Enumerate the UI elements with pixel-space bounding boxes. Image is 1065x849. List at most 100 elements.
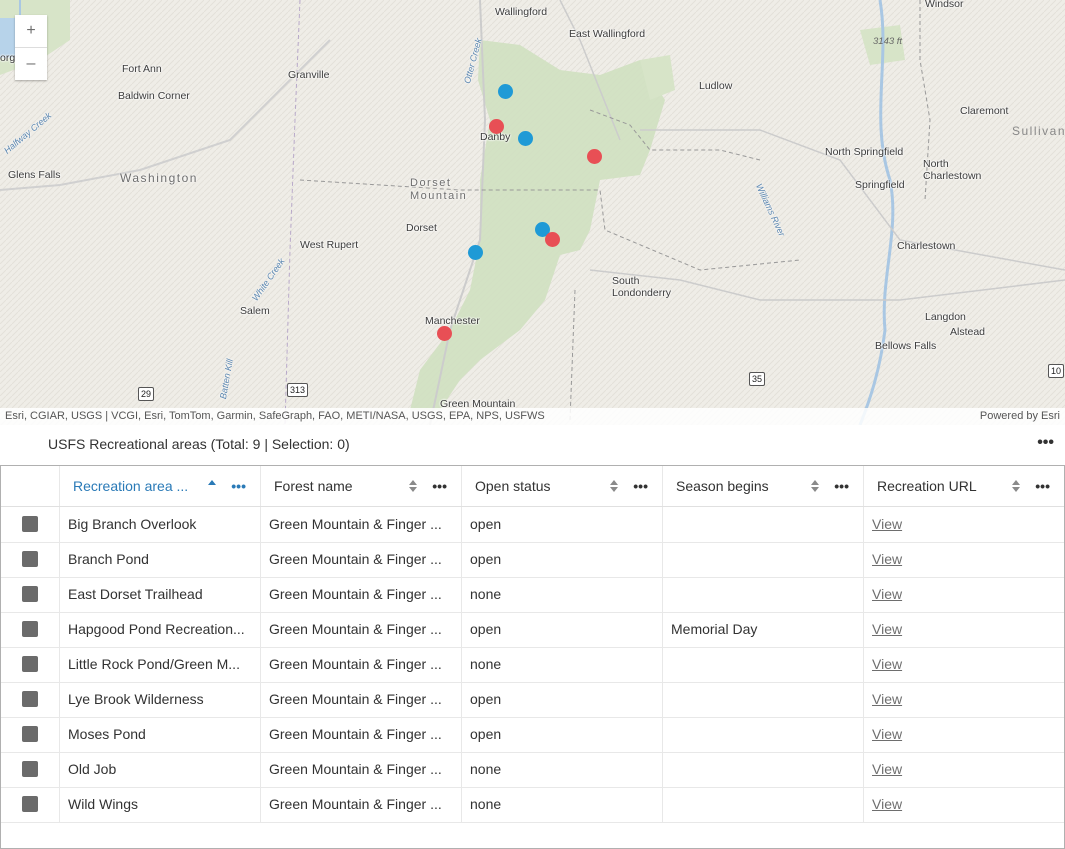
cell-season-begins[interactable] xyxy=(663,542,864,577)
column-menu-icon[interactable]: ••• xyxy=(834,466,849,506)
attribution-text[interactable]: Esri, CGIAR, USGS | VCGI, Esri, TomTom, … xyxy=(5,408,545,425)
view-link[interactable]: View xyxy=(872,726,902,742)
view-link[interactable]: View xyxy=(872,656,902,672)
recreation-point-red[interactable] xyxy=(437,326,452,341)
column-header-forest-name[interactable]: Forest name ••• xyxy=(261,466,462,506)
cell-open-status-text: none xyxy=(470,796,502,812)
column-header-open-status[interactable]: Open status ••• xyxy=(462,466,663,506)
row-select-checkbox[interactable] xyxy=(22,761,38,777)
row-select-checkbox[interactable] xyxy=(22,726,38,742)
powered-by-esri[interactable]: Powered by Esri xyxy=(980,408,1060,425)
zoom-out-button[interactable]: – xyxy=(15,47,47,80)
column-menu-icon[interactable]: ••• xyxy=(231,466,246,506)
cell-season-begins[interactable] xyxy=(663,752,864,787)
view-link[interactable]: View xyxy=(872,796,902,812)
row-select-checkbox[interactable] xyxy=(22,551,38,567)
cell-season-begins[interactable] xyxy=(663,647,864,682)
column-menu-icon[interactable]: ••• xyxy=(633,466,648,506)
map-view[interactable]: Wallingford East Wallingford Windsor For… xyxy=(0,0,1065,425)
cell-recreation-area[interactable]: Moses Pond xyxy=(60,717,261,752)
recreation-point-red[interactable] xyxy=(545,232,560,247)
table-row[interactable]: Hapgood Pond Recreation... Green Mountain… xyxy=(1,612,1064,648)
table-row[interactable]: Little Rock Pond/Green M... Green Mountai… xyxy=(1,647,1064,683)
cell-forest-name[interactable]: Green Mountain & Finger ... xyxy=(261,542,462,577)
recreation-point-blue[interactable] xyxy=(498,84,513,99)
view-link[interactable]: View xyxy=(872,516,902,532)
cell-recreation-area[interactable]: Old Job xyxy=(60,752,261,787)
cell-recreation-area[interactable]: Wild Wings xyxy=(60,787,261,822)
sort-icon[interactable] xyxy=(409,479,417,493)
cell-forest-name[interactable]: Green Mountain & Finger ... xyxy=(261,682,462,717)
region-label: Dorset Mountain xyxy=(410,177,468,202)
cell-forest-name[interactable]: Green Mountain & Finger ... xyxy=(261,787,462,822)
table-options-menu-icon[interactable]: ••• xyxy=(1037,434,1054,452)
cell-season-begins[interactable] xyxy=(663,787,864,822)
view-link[interactable]: View xyxy=(872,761,902,777)
view-link[interactable]: View xyxy=(872,586,902,602)
table-row[interactable]: Big Branch Overlook Green Mountain & Fing… xyxy=(1,507,1064,543)
column-header-recreation-area[interactable]: Recreation area ... ••• xyxy=(60,466,261,506)
row-select-checkbox[interactable] xyxy=(22,516,38,532)
cell-season-begins[interactable] xyxy=(663,577,864,612)
row-select-checkbox[interactable] xyxy=(22,656,38,672)
cell-recreation-area[interactable]: Lye Brook Wilderness xyxy=(60,682,261,717)
cell-recreation-area[interactable]: East Dorset Trailhead xyxy=(60,577,261,612)
cell-recreation-area[interactable]: Little Rock Pond/Green M... xyxy=(60,647,261,682)
cell-forest-name[interactable]: Green Mountain & Finger ... xyxy=(261,752,462,787)
column-menu-icon[interactable]: ••• xyxy=(432,466,447,506)
sort-ascending-icon[interactable] xyxy=(208,479,216,493)
cell-forest-name[interactable]: Green Mountain & Finger ... xyxy=(261,612,462,647)
cell-open-status[interactable]: open xyxy=(462,542,663,577)
table-row[interactable]: Old Job Green Mountain & Finger ... none Vi… xyxy=(1,752,1064,788)
cell-open-status[interactable]: open xyxy=(462,507,663,542)
zoom-control: + – xyxy=(15,15,47,80)
cell-forest-name[interactable]: Green Mountain & Finger ... xyxy=(261,507,462,542)
cell-open-status-text: open xyxy=(470,726,502,742)
view-link[interactable]: View xyxy=(872,691,902,707)
cell-season-begins[interactable] xyxy=(663,717,864,752)
row-select-checkbox[interactable] xyxy=(22,796,38,812)
cell-forest-name-text: Green Mountain & Finger ... xyxy=(269,621,442,637)
recreation-point-blue[interactable] xyxy=(468,245,483,260)
place-label: East Wallingford xyxy=(569,28,646,40)
cell-forest-name[interactable]: Green Mountain & Finger ... xyxy=(261,647,462,682)
recreation-point-red[interactable] xyxy=(587,149,602,164)
cell-open-status[interactable]: open xyxy=(462,612,663,647)
table-row[interactable]: Lye Brook Wilderness Green Mountain & Fin… xyxy=(1,682,1064,718)
cell-open-status[interactable]: none xyxy=(462,752,663,787)
table-row[interactable]: Branch Pond Green Mountain & Finger ... op… xyxy=(1,542,1064,578)
table-row[interactable]: Wild Wings Green Mountain & Finger ... non… xyxy=(1,787,1064,823)
cell-open-status[interactable]: none xyxy=(462,787,663,822)
cell-open-status[interactable]: open xyxy=(462,717,663,752)
cell-recreation-area[interactable]: Big Branch Overlook xyxy=(60,507,261,542)
cell-season-begins[interactable] xyxy=(663,682,864,717)
sort-icon[interactable] xyxy=(610,479,618,493)
column-header-season-begins[interactable]: Season begins ••• xyxy=(663,466,864,506)
cell-open-status[interactable]: none xyxy=(462,577,663,612)
cell-recreation-area[interactable]: Hapgood Pond Recreation... xyxy=(60,612,261,647)
cell-forest-name[interactable]: Green Mountain & Finger ... xyxy=(261,577,462,612)
cell-recreation-area[interactable]: Branch Pond xyxy=(60,542,261,577)
recreation-point-red[interactable] xyxy=(489,119,504,134)
row-select-checkbox[interactable] xyxy=(22,691,38,707)
row-select-cell xyxy=(1,647,60,682)
column-menu-icon[interactable]: ••• xyxy=(1035,466,1050,506)
row-select-checkbox[interactable] xyxy=(22,621,38,637)
view-link[interactable]: View xyxy=(872,621,902,637)
zoom-in-button[interactable]: + xyxy=(15,15,47,47)
table-row[interactable]: East Dorset Trailhead Green Mountain & Fi… xyxy=(1,577,1064,613)
cell-recreation-area-text: Big Branch Overlook xyxy=(68,516,197,532)
column-header-recreation-url[interactable]: Recreation URL ••• xyxy=(864,466,1064,506)
cell-forest-name[interactable]: Green Mountain & Finger ... xyxy=(261,717,462,752)
cell-open-status[interactable]: open xyxy=(462,682,663,717)
row-select-checkbox[interactable] xyxy=(22,586,38,602)
cell-season-begins[interactable] xyxy=(663,507,864,542)
table-row[interactable]: Moses Pond Green Mountain & Finger ... ope… xyxy=(1,717,1064,753)
view-link[interactable]: View xyxy=(872,551,902,567)
cell-season-begins[interactable]: Memorial Day xyxy=(663,612,864,647)
sort-icon[interactable] xyxy=(1012,479,1020,493)
sort-icon[interactable] xyxy=(811,479,819,493)
map-attribution: Esri, CGIAR, USGS | VCGI, Esri, TomTom, … xyxy=(0,408,1065,425)
recreation-point-blue[interactable] xyxy=(518,131,533,146)
cell-open-status[interactable]: none xyxy=(462,647,663,682)
